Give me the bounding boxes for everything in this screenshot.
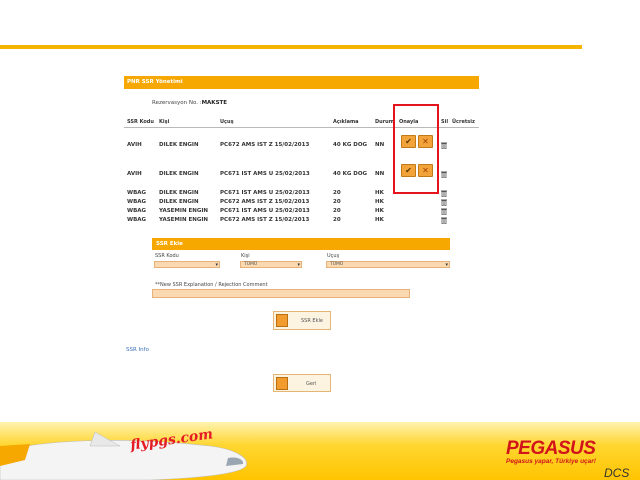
trash-icon[interactable] xyxy=(441,142,447,149)
cell-description: 20 xyxy=(333,190,341,196)
cell-status: HK xyxy=(375,208,384,214)
col-free: Ücretsiz xyxy=(452,119,475,125)
cell-flight: PC672 AMS IST Z 15/02/2013 xyxy=(220,142,310,148)
person-select-value: TÜMÜ xyxy=(244,262,258,267)
approve-column-highlight xyxy=(393,104,439,194)
cell-status: NN xyxy=(375,142,385,148)
cell-person: DILEK ENGIN xyxy=(159,199,199,205)
ssr-add-button[interactable]: SSR Ekle xyxy=(273,311,331,330)
back-button[interactable]: Geri xyxy=(273,374,331,392)
cell-description: 20 xyxy=(333,199,341,205)
cell-code: AVIH xyxy=(127,142,142,148)
back-icon xyxy=(276,377,288,390)
reservation-line: Rezervasyon No. :MAKSTE xyxy=(152,100,227,106)
cell-status: HK xyxy=(375,199,384,205)
cell-flight: PC671 IST AMS U 25/02/2013 xyxy=(220,208,310,214)
cell-status: HK xyxy=(375,190,384,196)
ssr-add-header: SSR Ekle xyxy=(152,238,450,250)
cell-code: AVIH xyxy=(127,171,142,177)
pnr-ssr-header: PNR SSR Yönetimi xyxy=(124,76,479,89)
col-description: Açıklama xyxy=(333,119,359,125)
add-icon xyxy=(276,314,288,327)
cell-person: DILEK ENGIN xyxy=(159,190,199,196)
table-row: WBAG DILEK ENGIN PC672 AMS IST Z 15/02/2… xyxy=(124,199,479,207)
col-ssr-code: SSR Kodu xyxy=(127,119,154,125)
trash-icon[interactable] xyxy=(441,171,447,178)
chevron-down-icon: ▾ xyxy=(297,262,300,268)
trash-icon[interactable] xyxy=(441,190,447,197)
reservation-value: MAKSTE xyxy=(201,100,228,106)
col-delete: Sil xyxy=(441,119,449,125)
cell-status: HK xyxy=(375,217,384,223)
cell-flight: PC671 IST AMS U 25/02/2013 xyxy=(220,190,310,196)
trash-icon[interactable] xyxy=(441,208,447,215)
cell-code: WBAG xyxy=(127,208,147,214)
pegasus-slogan: Pegasus yapar, Türkiye uçar! xyxy=(506,458,596,465)
comment-input[interactable] xyxy=(152,289,410,298)
person-select[interactable]: TÜMÜ ▾ xyxy=(240,261,302,268)
dcs-label: DCS xyxy=(604,466,630,480)
col-status: Durum xyxy=(375,119,394,125)
ssr-code-label: SSR Kodu xyxy=(155,253,179,259)
cell-person: YASEMIN ENGIN xyxy=(159,208,208,214)
person-label: Kişi xyxy=(241,253,250,259)
cell-person: DILEK ENGIN xyxy=(159,171,199,177)
ssr-add-button-label: SSR Ekle xyxy=(301,318,323,324)
flight-select-value: TÜMÜ xyxy=(330,262,344,267)
cell-person: DILEK ENGIN xyxy=(159,142,199,148)
cell-flight: PC672 AMS IST Z 15/02/2013 xyxy=(220,217,310,223)
table-row: WBAG YASEMIN ENGIN PC671 IST AMS U 25/02… xyxy=(124,208,479,216)
cell-description: 20 xyxy=(333,217,341,223)
flight-label: Uçuş xyxy=(327,253,340,259)
ssr-code-select[interactable]: ▾ xyxy=(154,261,220,268)
reservation-label: Rezervasyon No. : xyxy=(152,100,202,106)
trash-icon[interactable] xyxy=(441,217,447,224)
col-person: Kişi xyxy=(159,119,170,125)
table-row: WBAG YASEMIN ENGIN PC672 AMS IST Z 15/02… xyxy=(124,217,479,225)
ssr-info-link[interactable]: SSR Info xyxy=(126,347,149,353)
cell-status: NN xyxy=(375,171,385,177)
chevron-down-icon: ▾ xyxy=(215,262,218,268)
cell-code: WBAG xyxy=(127,199,147,205)
cell-flight: PC671 IST AMS U 25/02/2013 xyxy=(220,171,310,177)
cell-description: 20 xyxy=(333,208,341,214)
flight-select[interactable]: TÜMÜ ▾ xyxy=(326,261,450,268)
back-button-label: Geri xyxy=(306,381,317,387)
ssr-add-title: SSR Ekle xyxy=(156,241,183,247)
page-title: PNR SSR Yönetimi xyxy=(127,79,183,85)
cell-person: YASEMIN ENGIN xyxy=(159,217,208,223)
cell-description: 40 KG DOG xyxy=(333,142,368,148)
top-accent-bar xyxy=(0,45,582,49)
comment-label: **New SSR Explanation / Rejection Commen… xyxy=(155,282,268,288)
cell-flight: PC672 AMS IST Z 15/02/2013 xyxy=(220,199,310,205)
cell-description: 40 KG DOG xyxy=(333,171,368,177)
cell-code: WBAG xyxy=(127,190,147,196)
pegasus-logo: PEGASUS xyxy=(506,438,596,459)
chevron-down-icon: ▾ xyxy=(445,262,448,268)
trash-icon[interactable] xyxy=(441,199,447,206)
col-flight: Uçuş xyxy=(220,119,234,125)
cell-code: WBAG xyxy=(127,217,147,223)
